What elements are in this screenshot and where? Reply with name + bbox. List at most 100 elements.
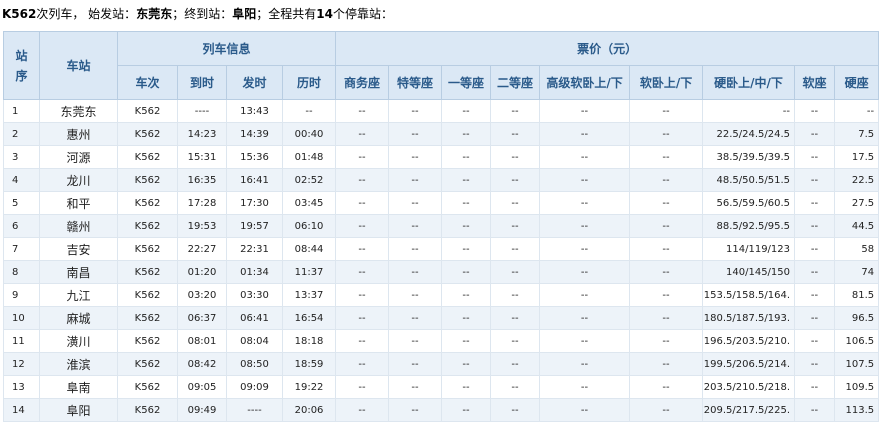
station-cell: 阜南 [39, 375, 118, 399]
station-cell: 麻城 [39, 306, 118, 330]
second-fare-cell: -- [490, 99, 541, 123]
hard-sleeper-fare-cell: 180.5/187.5/193. [702, 306, 796, 330]
depart-cell: 08:04 [226, 329, 283, 353]
fares-header: 票价（元） [335, 31, 880, 66]
deluxe-sleeper-fare-cell: -- [539, 168, 631, 192]
second-fare-cell: -- [490, 214, 541, 238]
table-row: 6 赣州 K562 19:53 19:57 06:10 -- -- -- -- -- -- 88.5/9… [3, 214, 880, 238]
hard-seat-fare-cell: 109.5 [834, 375, 880, 399]
table-row: 3 河源 K562 15:31 15:36 01:48 -- -- -- -- -- -- 38.5/3… [3, 145, 880, 169]
special-fare-cell: -- [388, 260, 443, 284]
soft-seat-fare-cell: -- [794, 214, 836, 238]
soft-sleeper-fare-cell: -- [629, 237, 704, 261]
deluxe-sleeper-fare-cell: -- [539, 329, 631, 353]
timetable-body: 1 东莞东 K562 ---- 13:43 -- -- -- -- -- -- -- -- -- -- 2 惠州… [3, 99, 880, 422]
hard-sleeper-fare-cell: 196.5/203.5/210. [702, 329, 796, 353]
hard-seat-fare-cell: 7.5 [834, 122, 880, 146]
table-row: 5 和平 K562 17:28 17:30 03:45 -- -- -- -- -- -- 56.5/5… [3, 191, 880, 215]
first-fare-cell: -- [441, 306, 492, 330]
elapsed-cell: 08:44 [281, 237, 337, 261]
station-cell: 惠州 [39, 122, 118, 146]
col-station-header: 车站 [39, 31, 118, 100]
station-cell: 潢川 [39, 329, 118, 353]
second-fare-cell: -- [490, 168, 541, 192]
summary-terminal: 阜阳 [232, 7, 257, 21]
first-fare-cell: -- [441, 375, 492, 399]
deluxe-sleeper-fare-cell: -- [539, 99, 631, 123]
seq-cell: 12 [3, 352, 40, 376]
seq-cell: 5 [3, 191, 40, 215]
second-fare-cell: -- [490, 352, 541, 376]
special-fare-cell: -- [388, 214, 443, 238]
first-fare-cell: -- [441, 352, 492, 376]
deluxe-sleeper-fare-cell: -- [539, 260, 631, 284]
special-fare-cell: -- [388, 283, 443, 307]
depart-cell: 03:30 [226, 283, 283, 307]
second-fare-cell: -- [490, 145, 541, 169]
arrive-cell: 06:37 [177, 306, 227, 330]
special-fare-cell: -- [388, 352, 443, 376]
table-row: 14 阜阳 K562 09:49 ---- 20:06 -- -- -- -- -- -- 209.5/… [3, 398, 880, 422]
hard-seat-fare-cell: 81.5 [834, 283, 880, 307]
elapsed-cell: 16:54 [281, 306, 337, 330]
hard-seat-fare-cell: 113.5 [834, 398, 880, 422]
arrive-cell: 16:35 [177, 168, 227, 192]
train-cell: K562 [117, 306, 178, 330]
col-train-header: 车次 [117, 65, 178, 100]
hard-seat-fare-cell: 44.5 [834, 214, 880, 238]
hard-sleeper-fare-cell: 56.5/59.5/60.5 [702, 191, 796, 215]
business-fare-cell: -- [335, 237, 390, 261]
summary-origin: 东莞东 [136, 7, 173, 21]
soft-sleeper-fare-cell: -- [629, 168, 704, 192]
arrive-cell: 03:20 [177, 283, 227, 307]
first-fare-cell: -- [441, 99, 492, 123]
soft-seat-fare-cell: -- [794, 306, 836, 330]
business-fare-cell: -- [335, 145, 390, 169]
special-fare-cell: -- [388, 306, 443, 330]
soft-seat-fare-cell: -- [794, 191, 836, 215]
table-row: 11 潢川 K562 08:01 08:04 18:18 -- -- -- -- -- -- 196.5… [3, 329, 880, 353]
depart-cell: 13:43 [226, 99, 283, 123]
station-cell: 和平 [39, 191, 118, 215]
soft-seat-fare-cell: -- [794, 398, 836, 422]
route-summary: K562次列车， 始发站：东莞东；终到站：阜阳；全程共有14个停靠站： [2, 7, 393, 21]
special-fare-cell: -- [388, 237, 443, 261]
hard-seat-fare-cell: 22.5 [834, 168, 880, 192]
hard-sleeper-fare-cell: 199.5/206.5/214. [702, 352, 796, 376]
depart-cell: 08:50 [226, 352, 283, 376]
business-fare-cell: -- [335, 398, 390, 422]
deluxe-sleeper-fare-cell: -- [539, 375, 631, 399]
table-row: 2 惠州 K562 14:23 14:39 00:40 -- -- -- -- -- -- 22.5/2… [3, 122, 880, 146]
summary-train: K562 [2, 7, 37, 21]
soft-sleeper-fare-cell: -- [629, 329, 704, 353]
table-row: 13 阜南 K562 09:05 09:09 19:22 -- -- -- -- -- -- 203.5… [3, 375, 880, 399]
first-fare-cell: -- [441, 398, 492, 422]
train-cell: K562 [117, 191, 178, 215]
depart-cell: 16:41 [226, 168, 283, 192]
soft-seat-fare-cell: -- [794, 375, 836, 399]
deluxe-sleeper-fare-cell: -- [539, 145, 631, 169]
col-soft-sleeper-header: 软卧上/下 [629, 65, 704, 100]
second-fare-cell: -- [490, 329, 541, 353]
page: K562次列车， 始发站：东莞东；终到站：阜阳；全程共有14个停靠站： 站序 车… [0, 0, 884, 447]
train-cell: K562 [117, 375, 178, 399]
seq-cell: 7 [3, 237, 40, 261]
soft-sleeper-fare-cell: -- [629, 122, 704, 146]
elapsed-cell: 19:22 [281, 375, 337, 399]
deluxe-sleeper-fare-cell: -- [539, 283, 631, 307]
elapsed-cell: 02:52 [281, 168, 337, 192]
business-fare-cell: -- [335, 352, 390, 376]
special-fare-cell: -- [388, 99, 443, 123]
depart-cell: 09:09 [226, 375, 283, 399]
hard-sleeper-fare-cell: 22.5/24.5/24.5 [702, 122, 796, 146]
table-row: 8 南昌 K562 01:20 01:34 11:37 -- -- -- -- -- -- 140/14… [3, 260, 880, 284]
depart-cell: 01:34 [226, 260, 283, 284]
second-fare-cell: -- [490, 375, 541, 399]
seq-cell: 13 [3, 375, 40, 399]
table-row: 9 九江 K562 03:20 03:30 13:37 -- -- -- -- -- -- 153.5/… [3, 283, 880, 307]
train-cell: K562 [117, 352, 178, 376]
soft-seat-fare-cell: -- [794, 283, 836, 307]
special-fare-cell: -- [388, 122, 443, 146]
soft-seat-fare-cell: -- [794, 122, 836, 146]
col-second-header: 二等座 [490, 65, 541, 100]
